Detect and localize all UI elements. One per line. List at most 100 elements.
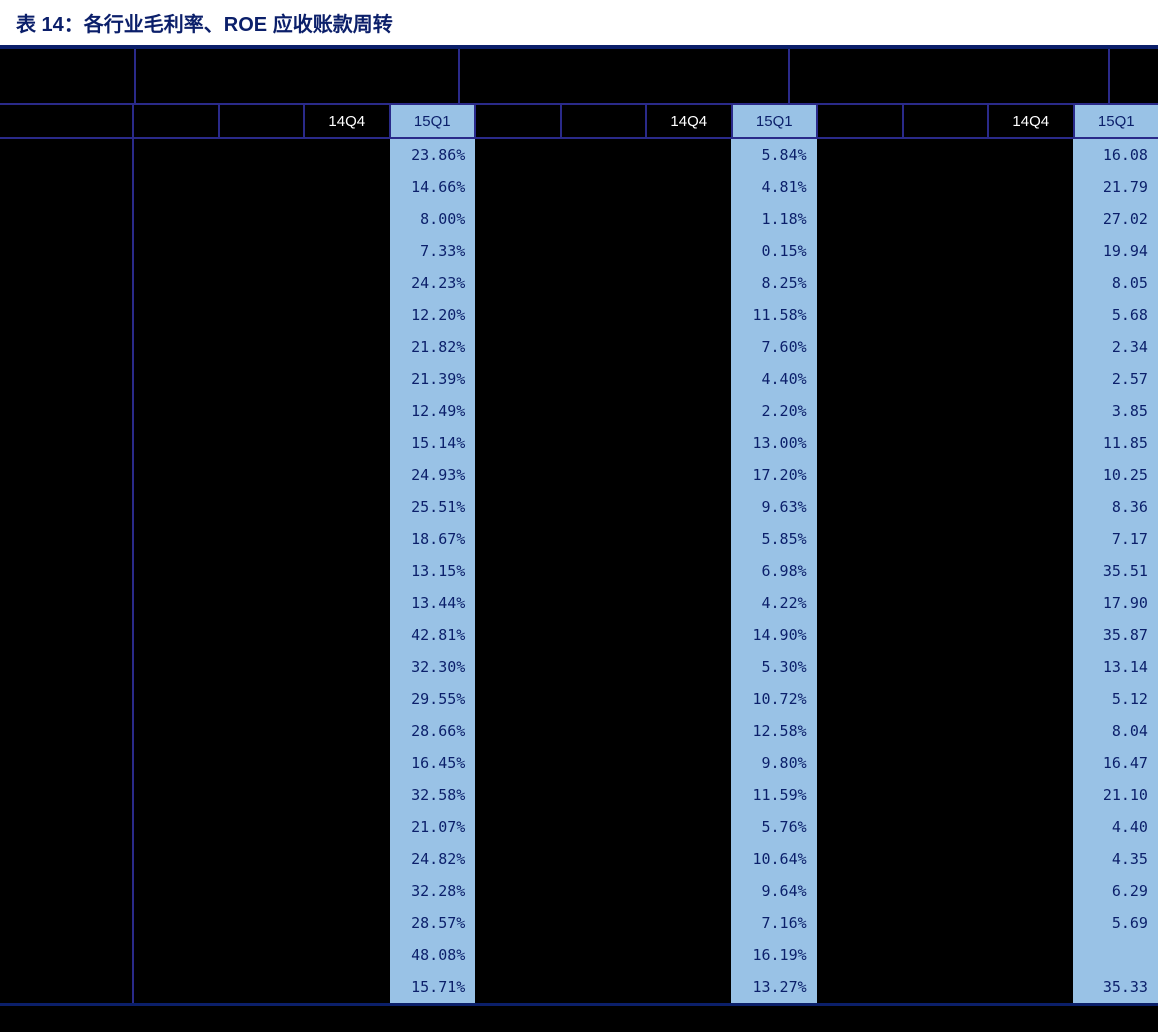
table-row: 16.45%9.80%16.47 [0,747,1158,779]
cell [475,907,560,939]
cell: 5.85% [731,523,816,555]
cell [817,747,902,779]
table-header-groups [0,49,1158,105]
cell [475,939,560,971]
cell [134,459,219,491]
cell [305,875,390,907]
cell: 12.20% [390,299,475,331]
cell [134,907,219,939]
cell: 8.04 [1073,715,1158,747]
subhdr-g1-c1 [134,105,220,137]
cell [561,715,646,747]
cell: 10.64% [731,843,816,875]
cell [305,171,390,203]
cell [646,523,731,555]
cell [475,683,560,715]
cell [646,171,731,203]
cell [817,555,902,587]
table-row: 32.58%11.59%21.10 [0,779,1158,811]
subhdr-g3-15q1: 15Q1 [1075,105,1158,137]
cell [134,651,219,683]
cell [134,811,219,843]
subhdr-g1-14q4: 14Q4 [305,105,391,137]
subhdr-g2-c1 [476,105,562,137]
cell [305,811,390,843]
cell [475,555,560,587]
cell [475,427,560,459]
cell: 9.64% [731,875,816,907]
cell [134,491,219,523]
table-row: 18.67%5.85%7.17 [0,523,1158,555]
cell [219,747,304,779]
cell [1073,939,1158,971]
cell [561,427,646,459]
cell [987,651,1072,683]
table-body: 23.86%5.84%16.0814.66%4.81%21.798.00%1.1… [0,139,1158,1003]
subhdr-g1-15q1: 15Q1 [391,105,475,137]
cell [475,235,560,267]
cell [817,203,902,235]
cell [219,587,304,619]
cell [902,811,987,843]
cell: 10.72% [731,683,816,715]
cell [219,779,304,811]
cell [987,203,1072,235]
cell: 2.20% [731,395,816,427]
cell [561,843,646,875]
cell [475,203,560,235]
cell [475,971,560,1003]
table-row: 21.07%5.76%4.40 [0,811,1158,843]
row-label [0,683,134,715]
cell [987,299,1072,331]
cell [987,459,1072,491]
row-label [0,139,134,171]
cell [817,235,902,267]
cell [987,811,1072,843]
row-label [0,299,134,331]
cell: 9.80% [731,747,816,779]
cell [646,811,731,843]
cell [646,971,731,1003]
cell [305,651,390,683]
cell [305,203,390,235]
cell [646,587,731,619]
cell: 12.58% [731,715,816,747]
cell [305,971,390,1003]
cell [134,555,219,587]
cell: 35.87 [1073,619,1158,651]
table-row: 13.15%6.98%35.51 [0,555,1158,587]
cell [902,139,987,171]
cell [646,267,731,299]
cell [561,779,646,811]
cell [987,715,1072,747]
cell [646,939,731,971]
cell [219,939,304,971]
cell [219,395,304,427]
cell [902,523,987,555]
cell [561,203,646,235]
cell [134,427,219,459]
cell [902,587,987,619]
cell [817,939,902,971]
table-row: 24.23%8.25%8.05 [0,267,1158,299]
cell [305,395,390,427]
cell: 8.05 [1073,267,1158,299]
cell [305,491,390,523]
cell [902,203,987,235]
row-label [0,395,134,427]
row-label [0,235,134,267]
cell: 32.58% [390,779,475,811]
cell [305,683,390,715]
cell: 6.29 [1073,875,1158,907]
cell [561,395,646,427]
cell [646,299,731,331]
cell: 5.68 [1073,299,1158,331]
cell [305,619,390,651]
cell [902,555,987,587]
cell [305,427,390,459]
cell: 6.98% [731,555,816,587]
cell [219,459,304,491]
cell [561,267,646,299]
cell [902,619,987,651]
cell [987,331,1072,363]
